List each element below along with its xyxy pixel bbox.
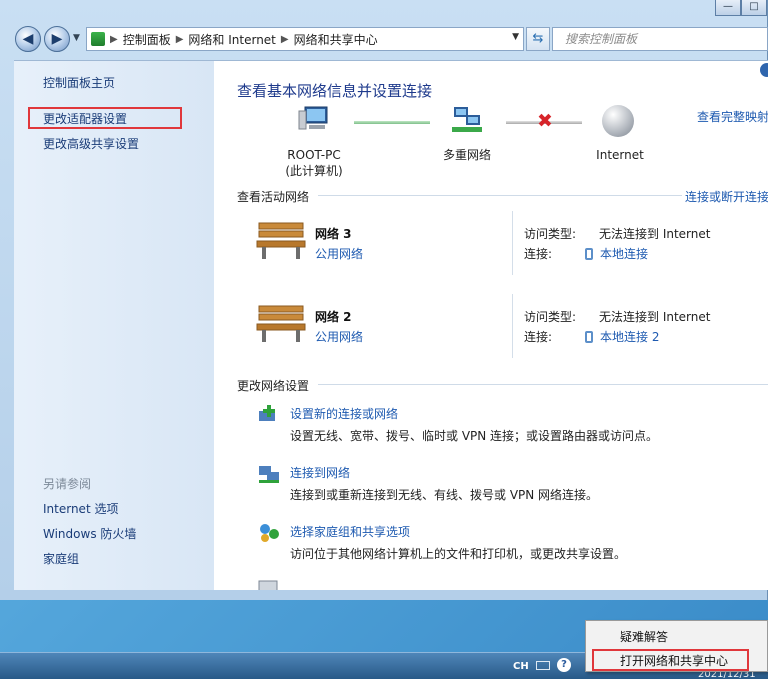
internet-globe-icon: [602, 105, 634, 137]
address-bar-row: ◀ ▶ ▼ ▶ 控制面板 ▶ 网络和 Internet ▶ 网络和共享中心 ▼ …: [14, 26, 768, 54]
connection-value[interactable]: 本地连接 2: [600, 328, 659, 345]
menu-item-troubleshoot[interactable]: 疑难解答: [620, 628, 668, 645]
change-settings-title: 更改网络设置: [237, 379, 310, 393]
search-input[interactable]: 搜索控制面板: [552, 27, 768, 51]
sidebar-item-internet-options[interactable]: Internet 选项: [43, 500, 118, 517]
arrow-left-icon: ◀: [22, 31, 34, 47]
sidebar: 控制面板主页 更改适配器设置 更改高级共享设置 另请参阅 Internet 选项…: [14, 60, 214, 590]
network-type-link[interactable]: 公用网络: [315, 328, 363, 345]
multiple-networks-icon: [452, 107, 482, 132]
page-title: 查看基本网络信息并设置连接: [237, 82, 433, 100]
full-map-link[interactable]: 查看完整映射: [697, 108, 768, 125]
bench-icon: [256, 222, 306, 259]
minimize-button[interactable]: —: [715, 0, 741, 16]
forward-button[interactable]: ▶: [44, 26, 70, 52]
new-connection-icon: [259, 405, 275, 421]
section-divider: [318, 195, 682, 196]
maximize-button[interactable]: □: [741, 0, 767, 16]
sidebar-item-home[interactable]: 控制面板主页: [43, 74, 115, 91]
column-divider: [512, 294, 513, 358]
connection-line-icon: [354, 121, 430, 124]
access-type-value: 无法连接到 Internet: [599, 227, 711, 241]
multi-network-label: 多重网络: [442, 148, 491, 162]
control-panel-window: — □ ◀ ▶ ▼ ▶ 控制面板 ▶ 网络和 Internet ▶ 网络和共享中…: [0, 0, 768, 600]
setup-connection-link[interactable]: 设置新的连接或网络: [290, 405, 398, 422]
see-also-title: 另请参阅: [43, 477, 92, 491]
ethernet-icon: [585, 247, 593, 260]
language-indicator[interactable]: CH: [513, 661, 529, 672]
network-name: 网络 2: [315, 310, 352, 324]
highlight-box: [28, 107, 182, 129]
connect-network-icon: [259, 466, 279, 483]
connect-disconnect-link[interactable]: 连接或断开连接: [685, 188, 768, 205]
column-divider: [512, 211, 513, 275]
section-divider: [318, 384, 768, 385]
keyboard-icon[interactable]: [536, 661, 550, 670]
connection-value[interactable]: 本地连接: [600, 245, 648, 262]
refresh-button[interactable]: ⇆: [526, 27, 550, 51]
sidebar-item-advanced-sharing[interactable]: 更改高级共享设置: [43, 135, 139, 152]
chevron-right-icon[interactable]: ▶: [281, 34, 289, 45]
sidebar-item-firewall[interactable]: Windows 防火墙: [43, 525, 136, 542]
troubleshoot-icon: [258, 580, 278, 590]
connection-link[interactable]: 本地连接 2: [585, 328, 659, 345]
pc-sub-label: (此计算机): [285, 164, 343, 178]
access-type-label: 访问类型:: [524, 227, 577, 241]
ethernet-icon: [585, 330, 593, 343]
refresh-icon: ⇆: [532, 31, 544, 46]
breadcrumb-control-panel[interactable]: 控制面板: [123, 31, 171, 48]
network-type-link[interactable]: 公用网络: [315, 245, 363, 262]
error-x-icon: ✖: [537, 110, 553, 132]
connection-label: 连接:: [524, 330, 553, 344]
computer-icon: [298, 106, 328, 130]
internet-label: Internet: [596, 148, 644, 162]
back-button[interactable]: ◀: [15, 26, 41, 52]
sidebar-item-homegroup[interactable]: 家庭组: [43, 550, 79, 567]
title-buttons: — □: [715, 0, 767, 16]
help-tray-icon[interactable]: ?: [557, 658, 571, 672]
connection-label: 连接:: [524, 247, 553, 261]
history-dropdown-icon[interactable]: ▼: [73, 33, 80, 43]
access-type-label: 访问类型:: [524, 310, 577, 324]
address-bar[interactable]: ▶ 控制面板 ▶ 网络和 Internet ▶ 网络和共享中心 ▼: [86, 27, 524, 51]
highlight-box: [592, 649, 749, 671]
breadcrumb-network-internet[interactable]: 网络和 Internet: [188, 31, 275, 48]
connect-network-desc: 连接到或重新连接到无线、有线、拨号或 VPN 网络连接。: [290, 488, 599, 502]
bench-icon: [256, 305, 306, 342]
main-panel: 查看基本网络信息并设置连接 查看完整映射 ✖ ROOT-PC (此计算机) 多重…: [214, 60, 768, 590]
network-name: 网络 3: [315, 227, 352, 241]
connect-network-link[interactable]: 连接到网络: [290, 464, 350, 481]
homegroup-icon: [260, 524, 279, 542]
address-dropdown-icon[interactable]: ▼: [512, 32, 519, 42]
connection-link[interactable]: 本地连接: [585, 245, 648, 262]
setup-connection-desc: 设置无线、宽带、拨号、临时或 VPN 连接；或设置路由器或访问点。: [290, 429, 659, 443]
homegroup-link[interactable]: 选择家庭组和共享选项: [290, 523, 410, 540]
help-icon[interactable]: [760, 63, 768, 77]
arrow-right-icon: ▶: [51, 31, 63, 47]
access-type-value: 无法连接到 Internet: [599, 310, 711, 324]
chevron-right-icon[interactable]: ▶: [176, 34, 184, 45]
homegroup-desc: 访问位于其他网络计算机上的文件和打印机，或更改共享设置。: [290, 547, 627, 561]
network-icon: [91, 32, 105, 46]
chevron-right-icon[interactable]: ▶: [110, 34, 118, 45]
pc-name-label: ROOT-PC: [287, 148, 341, 162]
active-networks-title: 查看活动网络: [237, 190, 310, 204]
context-menu: 疑难解答 打开网络和共享中心: [585, 620, 768, 672]
breadcrumb-network-sharing-center[interactable]: 网络和共享中心: [294, 31, 378, 48]
